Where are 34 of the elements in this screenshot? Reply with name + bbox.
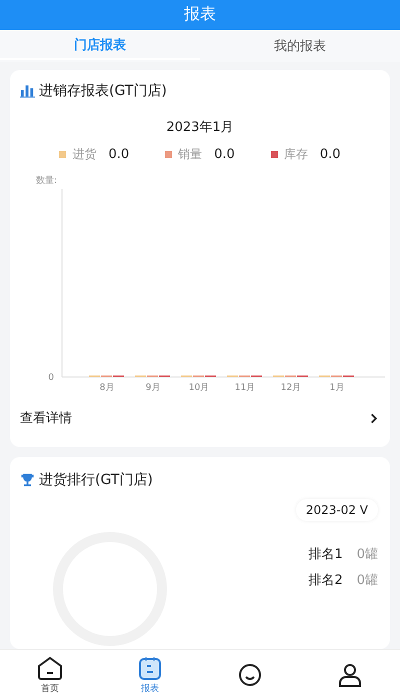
legend-value: 0.0 (214, 147, 235, 162)
bar-chart-icon (20, 84, 35, 98)
nav-item[interactable]: 报表 (100, 650, 200, 700)
rank-value: 0罐 (356, 546, 378, 563)
category-label: 11月 (234, 383, 256, 393)
tab[interactable]: 我的报表 (200, 30, 400, 62)
trophy-icon (20, 473, 35, 487)
rank-value: 0罐 (356, 572, 378, 589)
category-label: 10月 (188, 383, 210, 393)
axis-label: 数量: (36, 176, 58, 186)
home-icon (37, 656, 63, 680)
legend-label: 库存 (284, 146, 308, 163)
card-title: 进货排行(GT门店) (39, 471, 153, 489)
details-link[interactable]: 查看详情 (10, 399, 390, 447)
legend-label: 销量 (178, 146, 202, 163)
tick-label: 0 (48, 373, 54, 383)
chevron-right-icon (370, 412, 378, 424)
rank-label: 排名1 (308, 546, 343, 563)
category-label: 12月 (280, 383, 302, 393)
legend-value: 0.0 (108, 147, 130, 162)
category-label: 9月 (146, 383, 160, 393)
legend-value: 0.0 (320, 147, 341, 162)
header-title: 报表 (184, 4, 216, 26)
nav-item[interactable]: 首页 (0, 650, 100, 700)
month-picker[interactable]: 2023-02 V (296, 499, 378, 521)
clipboard-icon (138, 656, 162, 680)
category-label: 8月 (100, 383, 114, 393)
category-label: 1月 (330, 383, 344, 393)
card-title: 进销存报表(GT门店) (39, 82, 167, 100)
period-label: 2023年1月 (165, 119, 235, 136)
legend-label: 进货 (72, 146, 96, 163)
smile-icon (238, 663, 262, 687)
rank-label: 排名2 (308, 572, 343, 589)
user-icon (338, 663, 362, 687)
